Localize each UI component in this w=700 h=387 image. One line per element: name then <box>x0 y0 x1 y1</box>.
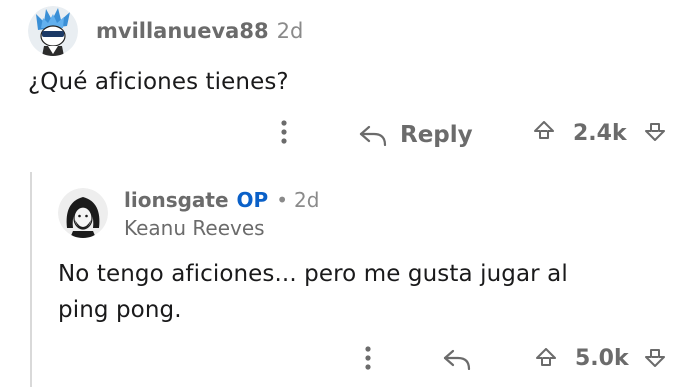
parent-more-options-button[interactable] <box>271 117 297 147</box>
reply-arrow-icon <box>443 349 471 370</box>
upvote-icon <box>534 121 554 139</box>
parent-age: 2d <box>276 19 304 43</box>
reply-upvote-button[interactable] <box>536 348 556 366</box>
reply-downvote-button[interactable] <box>645 349 665 367</box>
reply-score: 5.0k <box>575 346 629 371</box>
reply-meta: lionsgate OP • 2d Keanu Reeves <box>124 188 319 240</box>
op-badge: OP <box>236 188 269 212</box>
more-vertical-icon <box>281 120 287 144</box>
reply-arrow-icon <box>359 125 387 146</box>
parent-score: 2.4k <box>573 121 627 146</box>
reply-comment-header: lionsgate OP • 2d Keanu Reeves <box>58 188 319 240</box>
comment-thread: mvillanueva88 2d ¿Qué aficiones tienes? … <box>0 0 700 387</box>
reply-body-line-2: ping pong. <box>58 297 182 323</box>
parent-reply-button[interactable]: Reply <box>358 117 473 153</box>
reply-meta-top: lionsgate OP • 2d <box>124 188 319 212</box>
keanu-avatar-icon <box>58 188 108 238</box>
user-flair: Keanu Reeves <box>124 216 265 240</box>
reply-body-line-1: No tengo aficiones... pero me gusta juga… <box>58 261 568 287</box>
parent-meta: mvillanueva88 2d <box>96 19 303 43</box>
parent-avatar[interactable] <box>28 6 78 56</box>
parent-downvote-button[interactable] <box>645 123 665 141</box>
upvote-icon <box>536 348 556 366</box>
reply-avatar[interactable] <box>58 188 108 238</box>
parent-comment-body: ¿Qué aficiones tienes? <box>28 69 289 95</box>
parent-username[interactable]: mvillanueva88 <box>96 19 269 43</box>
snoo-avatar-icon <box>28 6 78 56</box>
reply-more-options-button[interactable] <box>355 343 381 373</box>
parent-comment-header: mvillanueva88 2d <box>28 6 303 56</box>
reply-comment-body: No tengo aficiones... pero me gusta juga… <box>58 256 658 328</box>
reply-reply-button[interactable] <box>442 346 472 372</box>
parent-upvote-button[interactable] <box>534 121 554 139</box>
meta-separator: • <box>276 188 288 212</box>
downvote-icon <box>645 349 665 367</box>
reply-username[interactable]: lionsgate <box>124 188 229 212</box>
downvote-icon <box>645 123 665 141</box>
parent-reply-label: Reply <box>400 122 473 148</box>
more-vertical-icon <box>365 346 371 370</box>
reply-age: 2d <box>294 188 320 212</box>
thread-line[interactable] <box>30 172 32 387</box>
